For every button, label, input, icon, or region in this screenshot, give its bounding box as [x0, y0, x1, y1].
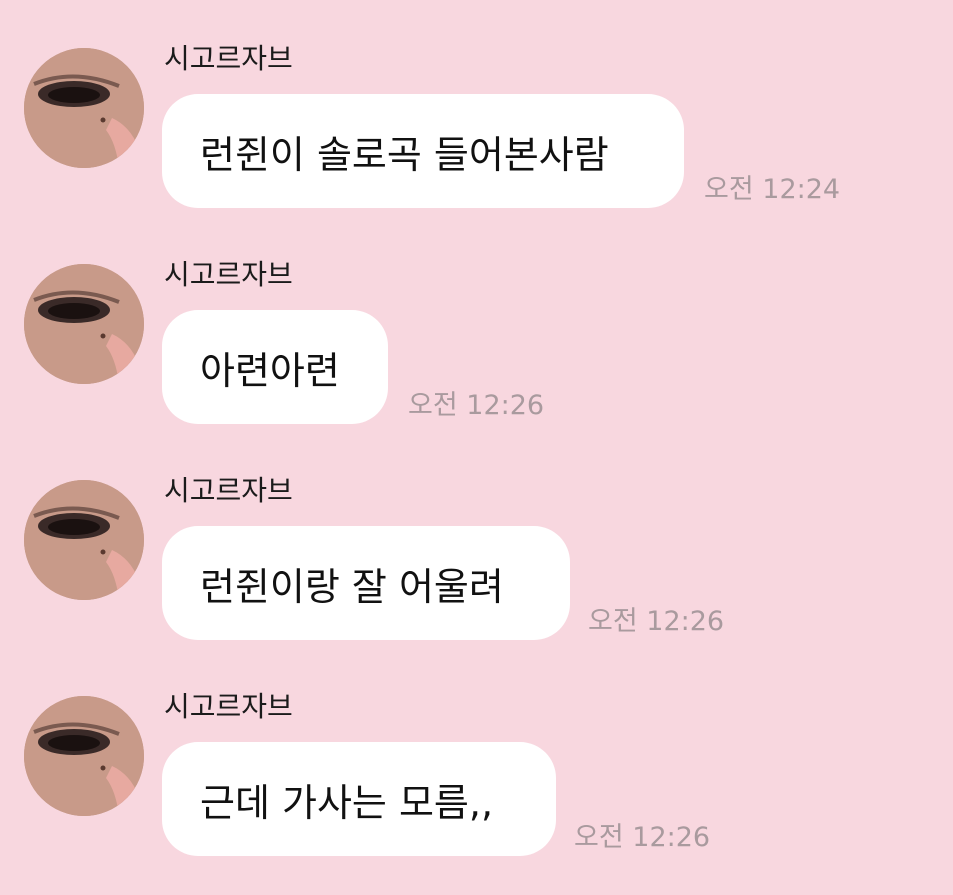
message-bubble[interactable]: 아련아련: [162, 310, 388, 424]
message-time: 오전 12:26: [408, 390, 545, 421]
chat-message: 시고르자브 런쥔이 솔로곡 들어본사람 오전 12:24: [0, 0, 953, 208]
avatar[interactable]: [24, 48, 144, 168]
sender-name: 시고르자브: [164, 690, 293, 723]
message-bubble[interactable]: 근데 가사는 모름,,: [162, 742, 556, 856]
chat-message: 시고르자브 아련아련 오전 12:26: [0, 216, 953, 424]
sender-name: 시고르자브: [164, 42, 293, 75]
chat-message: 시고르자브 근데 가사는 모름,, 오전 12:26: [0, 648, 953, 856]
sender-name: 시고르자브: [164, 474, 293, 507]
message-time: 오전 12:26: [588, 606, 725, 637]
avatar[interactable]: [24, 480, 144, 600]
message-time: 오전 12:24: [704, 174, 841, 205]
chat-view: 시고르자브 런쥔이 솔로곡 들어본사람 오전 12:24 시고르자브 아련아련 …: [0, 0, 953, 895]
avatar[interactable]: [24, 696, 144, 816]
avatar[interactable]: [24, 264, 144, 384]
message-time: 오전 12:26: [574, 822, 711, 853]
message-bubble[interactable]: 런쥔이랑 잘 어울려: [162, 526, 570, 640]
chat-message: 시고르자브 런쥔이랑 잘 어울려 오전 12:26: [0, 432, 953, 640]
sender-name: 시고르자브: [164, 258, 293, 291]
message-bubble[interactable]: 런쥔이 솔로곡 들어본사람: [162, 94, 684, 208]
